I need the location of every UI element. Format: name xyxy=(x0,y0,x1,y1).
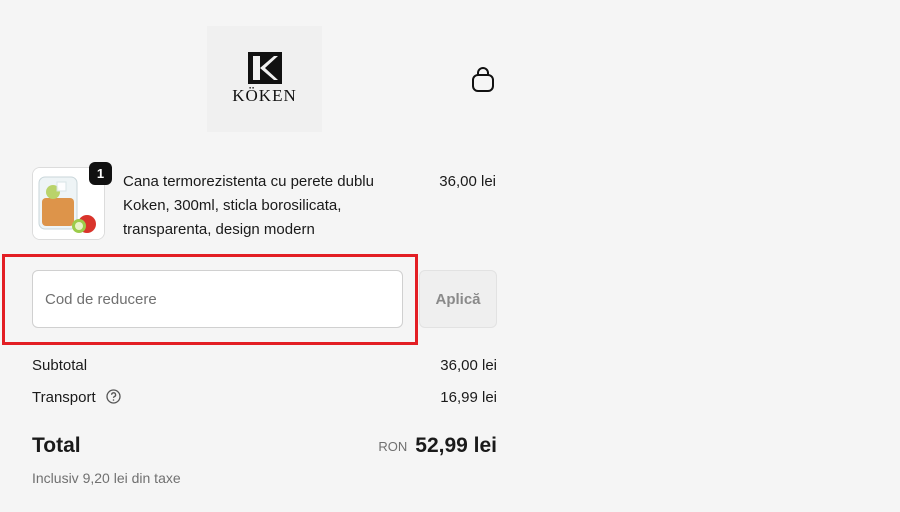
brand-logo[interactable]: KÖKEN xyxy=(207,26,322,132)
apply-discount-button[interactable]: Aplică xyxy=(419,270,497,328)
product-title: Cana termorezistenta cu perete dublu Kok… xyxy=(123,173,374,238)
shipping-row: Transport xyxy=(32,389,121,406)
subtotal-label: Subtotal xyxy=(32,357,88,374)
total-value: 52,99 lei xyxy=(415,434,497,457)
subtotal-value: 36,00 lei xyxy=(440,357,497,374)
brand-name: KÖKEN xyxy=(232,86,297,105)
help-circle-icon[interactable] xyxy=(106,389,121,404)
discount-code-input[interactable] xyxy=(32,270,403,328)
shipping-label: Transport xyxy=(32,389,96,406)
total-label: Total xyxy=(32,434,81,457)
tax-note: Inclusiv 9,20 lei din taxe xyxy=(32,470,181,486)
shipping-value: 16,99 lei xyxy=(440,389,497,406)
total-amount: RON 52,99 lei xyxy=(330,434,497,458)
product-price: 36,00 lei xyxy=(439,173,496,190)
order-summary-panel: KÖKEN 1 Cana termorezistenta cu perete d… xyxy=(0,0,900,512)
currency-code: RON xyxy=(378,439,408,454)
shopping-bag-icon[interactable] xyxy=(470,66,496,94)
quantity-badge: 1 xyxy=(89,162,112,185)
koken-monogram-icon xyxy=(247,52,282,84)
